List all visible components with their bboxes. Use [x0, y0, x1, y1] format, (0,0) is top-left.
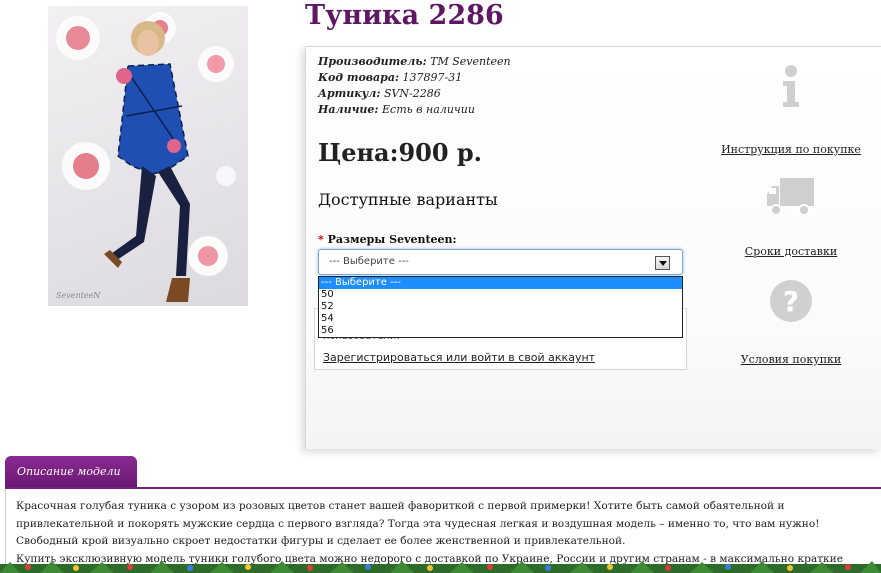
variants-heading: Доступные варианты — [318, 190, 498, 209]
delivery-block: Сроки доставки — [721, 176, 861, 259]
select-arrow-icon[interactable] — [655, 256, 670, 270]
size-option-52[interactable]: 52 — [319, 301, 682, 313]
size-option-placeholder[interactable]: --- Выберите --- — [319, 277, 682, 289]
size-option-50[interactable]: 50 — [319, 289, 682, 301]
size-option-54[interactable]: 54 — [319, 313, 682, 325]
delivery-link[interactable]: Сроки доставки — [745, 245, 837, 258]
spec-availability: Наличие: Есть в наличии — [318, 103, 475, 116]
product-price: Цена:900 р. — [318, 138, 483, 167]
tab-description[interactable]: Описание модели — [5, 456, 137, 489]
terms-link[interactable]: Условия покупки — [741, 353, 842, 366]
product-photo[interactable]: SeventeeN — [48, 6, 248, 306]
truck-icon[interactable] — [766, 176, 816, 218]
product-photo-image — [56, 12, 236, 302]
required-mark: * — [318, 233, 324, 246]
size-select-label: * Размеры Seventeen: — [318, 233, 457, 246]
size-select-value: --- Выберите --- — [329, 256, 409, 267]
spec-article: Артикул: SVN-2286 — [318, 87, 441, 100]
register-login-link[interactable]: Зарегистрироваться или войти в свой акка… — [323, 351, 595, 364]
garland-decoration — [0, 561, 881, 573]
size-options-list[interactable]: --- Выберите --- 50 52 54 56 — [318, 276, 683, 338]
tab-description-label: Описание модели — [17, 465, 121, 478]
size-select[interactable]: --- Выберите --- — [318, 249, 683, 275]
instruction-block: Инструкция по покупке — [721, 64, 861, 157]
info-icon[interactable] — [779, 64, 803, 108]
question-icon[interactable]: ? — [768, 278, 814, 324]
spec-product-code: Код товара: 137897-31 — [318, 71, 463, 84]
spec-manufacturer: Производитель: TM Seventeen — [318, 55, 511, 68]
terms-block: ? Условия покупки — [721, 278, 861, 367]
photo-watermark: SeventeeN — [56, 291, 101, 300]
description-paragraph-1: Красочная голубая туника с узором из роз… — [16, 500, 820, 547]
product-title: Туника 2286 — [305, 0, 504, 31]
product-specs: Производитель: TM Seventeen Код товара: … — [318, 54, 511, 118]
size-option-56[interactable]: 56 — [319, 325, 682, 337]
instruction-link[interactable]: Инструкция по покупке — [721, 143, 861, 156]
svg-text:?: ? — [783, 285, 799, 318]
